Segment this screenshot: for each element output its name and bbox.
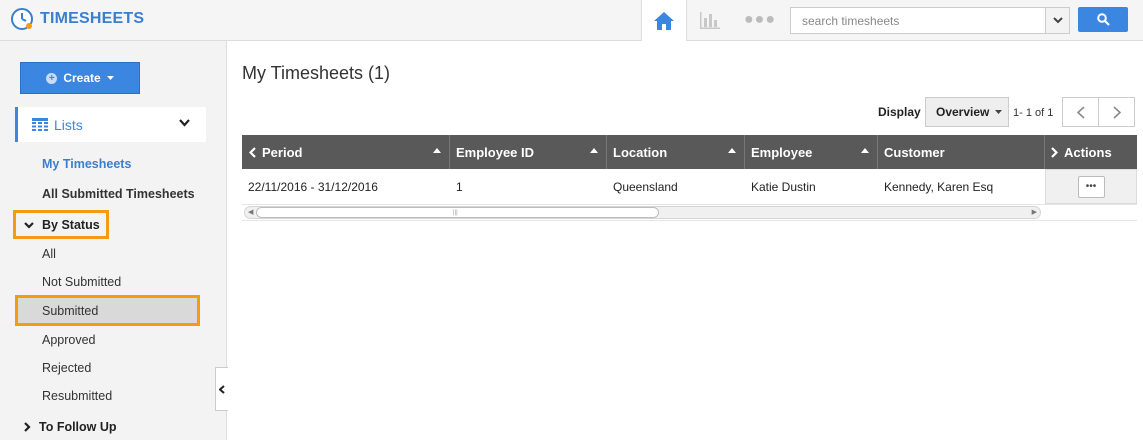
cell-customer: Kennedy, Karen Esq [884,180,994,194]
scroll-right-icon[interactable]: ▶ [1032,207,1037,218]
nav-reports-button[interactable] [697,8,723,32]
app-title: TIMESHEETS [40,10,145,27]
to-follow-up-toggle[interactable]: To Follow Up [24,420,117,434]
create-label: Create [63,71,101,85]
display-label: Display [878,105,921,119]
column-header-customer[interactable]: Customer [878,135,1045,169]
cell-employee: Katie Dustin [751,180,816,194]
column-header-employee[interactable]: Employee [745,135,878,169]
pager-text: 1- 1 of 1 [1013,107,1054,119]
search-icon [1096,13,1110,26]
nav-home-button[interactable] [641,0,687,41]
sidebar: + Create Lists My Timesheets All Submitt… [0,41,227,440]
by-status-label: By Status [42,218,100,232]
caret-down-icon [995,110,1003,114]
clock-icon [11,8,33,30]
brand[interactable]: TIMESHEETS [10,7,144,31]
table-icon [32,118,48,131]
by-status-toggle[interactable]: By Status [24,218,100,232]
column-label: Employee ID [456,144,535,160]
column-label: Employee [751,144,813,160]
create-button[interactable]: + Create [20,62,140,94]
column-header-employee-id[interactable]: Employee ID [450,135,607,169]
sort-asc-icon [728,148,736,153]
sidebar-item-all[interactable]: All [42,247,56,261]
pager-prev-button[interactable] [1062,97,1099,127]
lists-toggle[interactable]: Lists [15,107,206,142]
horizontal-scrollbar[interactable]: ◀ ||| ▶ [244,206,1041,219]
search-dropdown-button[interactable] [1045,8,1069,33]
column-label: Period [262,144,303,160]
pager-next-button[interactable] [1098,97,1135,127]
chevron-down-icon [179,119,190,127]
chevron-right-icon [1112,105,1121,119]
column-header-location[interactable]: Location [607,135,745,169]
sidebar-item-submitted[interactable]: Submitted [42,304,98,318]
display-select[interactable]: Overview [925,97,1009,127]
cell-actions: ••• [1045,169,1137,204]
page-title: My Timesheets (1) [242,63,391,83]
chevron-right-icon [1051,146,1058,158]
lists-label: Lists [54,117,83,133]
chevron-left-icon [219,384,225,394]
table-row[interactable]: 22/11/2016 - 31/12/2016 1 Queensland Kat… [242,169,1137,205]
cell-employee-id: 1 [456,180,463,194]
cell-location: Queensland [613,180,678,194]
sort-asc-icon [433,148,441,153]
chevron-right-icon [24,422,31,432]
cell-period: 22/11/2016 - 31/12/2016 [248,180,378,194]
sidebar-item-approved[interactable]: Approved [42,333,96,347]
grid-header: Period Employee ID Location Employee Cus… [242,135,1137,169]
column-label: Customer [884,144,945,160]
row-actions-button[interactable]: ••• [1077,175,1105,198]
grid-bottom-border [242,220,1137,221]
plus-icon: + [46,72,58,84]
home-icon [654,11,674,30]
sidebar-collapse-button[interactable] [215,367,228,411]
column-header-period[interactable]: Period [242,135,450,169]
chevron-down-icon [1052,17,1063,24]
chevron-down-icon [24,221,34,229]
search-input[interactable] [791,8,1044,33]
more-icon[interactable]: ●●● [744,10,775,30]
sort-asc-icon [590,148,598,153]
chevron-left-icon [1076,105,1085,119]
scrollbar-thumb[interactable]: ||| [256,207,659,218]
bar-chart-icon [700,12,720,29]
sidebar-item-rejected[interactable]: Rejected [42,361,91,375]
scroll-left-icon[interactable]: ◀ [248,207,253,218]
search-button[interactable] [1078,7,1128,32]
to-follow-up-label: To Follow Up [39,420,117,434]
column-header-actions[interactable]: Actions [1045,135,1137,169]
display-value: Overview [936,105,990,119]
sidebar-item-all-submitted[interactable]: All Submitted Timesheets [42,187,195,201]
grip-icon: ||| [453,210,458,216]
search-box [790,7,1070,34]
column-label: Actions [1064,144,1112,160]
column-label: Location [613,144,668,160]
sidebar-item-resubmitted[interactable]: Resubmitted [42,389,112,403]
sidebar-item-my-timesheets[interactable]: My Timesheets [42,157,131,171]
top-bar: TIMESHEETS ●●● [0,0,1143,41]
sidebar-item-not-submitted[interactable]: Not Submitted [42,275,121,289]
caret-down-icon [106,76,114,80]
sort-asc-icon [861,148,869,153]
chevron-left-icon [249,146,256,158]
